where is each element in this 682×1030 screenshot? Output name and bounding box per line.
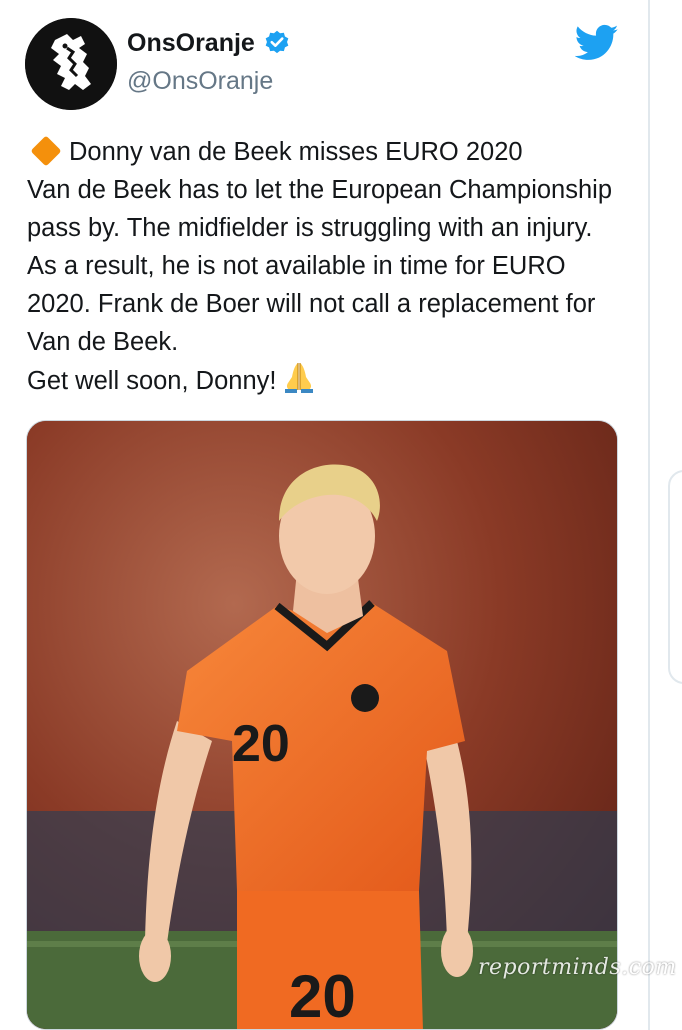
verified-badge-icon — [265, 30, 289, 54]
tweet-headline: Donny van de Beek misses EURO 2020 — [69, 138, 523, 166]
tweet-text: Donny van de Beek misses EURO 2020 Van d… — [27, 133, 627, 400]
avatar[interactable] — [25, 18, 117, 110]
tweet-closing: Get well soon, Donny! — [27, 367, 277, 395]
twitter-bird-icon[interactable] — [575, 24, 619, 62]
lion-logo-icon — [25, 18, 117, 110]
tweet-header: OnsOranje @OnsOranje — [25, 18, 625, 110]
adjacent-card-edge — [668, 470, 682, 684]
account-names: OnsOranje @OnsOranje — [127, 28, 291, 96]
tweet-body: Van de Beek has to let the European Cham… — [27, 176, 613, 356]
display-name[interactable]: OnsOranje — [127, 28, 255, 58]
shorts-number: 20 — [289, 963, 356, 1030]
player-photo: 20 20 — [27, 421, 617, 1030]
folded-hands-icon — [285, 363, 314, 393]
account-handle[interactable]: @OnsOranje — [127, 66, 291, 96]
watermark: reportminds.com — [478, 955, 677, 980]
jersey-number: 20 — [232, 715, 290, 773]
tweet-photo[interactable]: 20 20 — [26, 420, 618, 1030]
orange-diamond-icon — [30, 135, 62, 167]
tweet-card[interactable]: OnsOranje @OnsOranje Donny van de Beek m… — [0, 0, 676, 1030]
